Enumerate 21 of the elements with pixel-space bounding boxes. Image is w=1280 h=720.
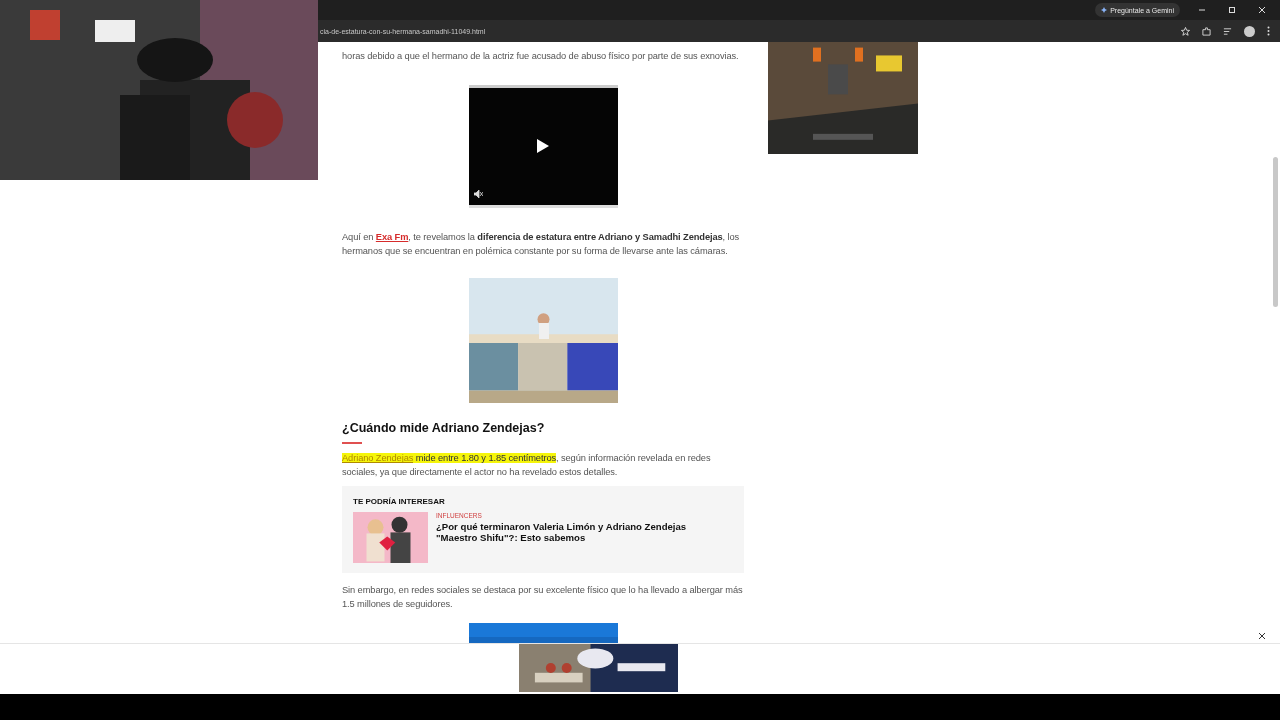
article-paragraph: horas debido a que el hermano de la actriz fue acusado de abuso físico por parte de sus exnovias. bbox=[342, 49, 740, 63]
play-icon[interactable] bbox=[537, 139, 549, 154]
sparkle-icon bbox=[1101, 7, 1108, 13]
menu-icon[interactable] bbox=[1267, 26, 1270, 36]
related-title[interactable]: ¿Por qué terminaron Valeria Limón y Adriano Zendejas "Maestro Shifu"?: Esto sabemos bbox=[436, 521, 706, 544]
article-paragraph: Aquí en Exa Fm, te revelamos la diferencia de estatura entre Adriano y Samadhi Zendejas, los hermanos que se encuentran en polémica constante por su forma de llevarse ante las cámaras. bbox=[342, 231, 741, 259]
related-label: TE PODRÍA INTERESAR bbox=[353, 497, 446, 507]
section-heading: ¿Cuándo mide Adriano Zendejas? bbox=[342, 420, 546, 435]
restore-icon bbox=[1228, 6, 1236, 14]
article-paragraph: Adriano Zendejas mide entre 1.80 y 1.85 centímetros, según información revelada en redes sociales, ya que directamente el actor no ha revelado estos detalles. bbox=[342, 452, 712, 480]
star-icon[interactable] bbox=[1181, 26, 1190, 36]
mute-icon[interactable] bbox=[473, 189, 483, 198]
avatar-icon[interactable] bbox=[1244, 25, 1255, 37]
video-player[interactable] bbox=[468, 84, 618, 208]
close-icon[interactable] bbox=[1258, 632, 1268, 642]
puzzle-icon[interactable] bbox=[1202, 26, 1211, 36]
article-paragraph: Sin embargo, en redes sociales se destaca por su excelente físico que lo ha llevado a albergar más 1.5 millones de seguidores. bbox=[342, 584, 744, 611]
media-icon[interactable] bbox=[1223, 26, 1232, 36]
scrollbar[interactable] bbox=[1273, 157, 1278, 307]
minimize-icon bbox=[1198, 6, 1206, 14]
close-icon bbox=[1258, 6, 1266, 14]
